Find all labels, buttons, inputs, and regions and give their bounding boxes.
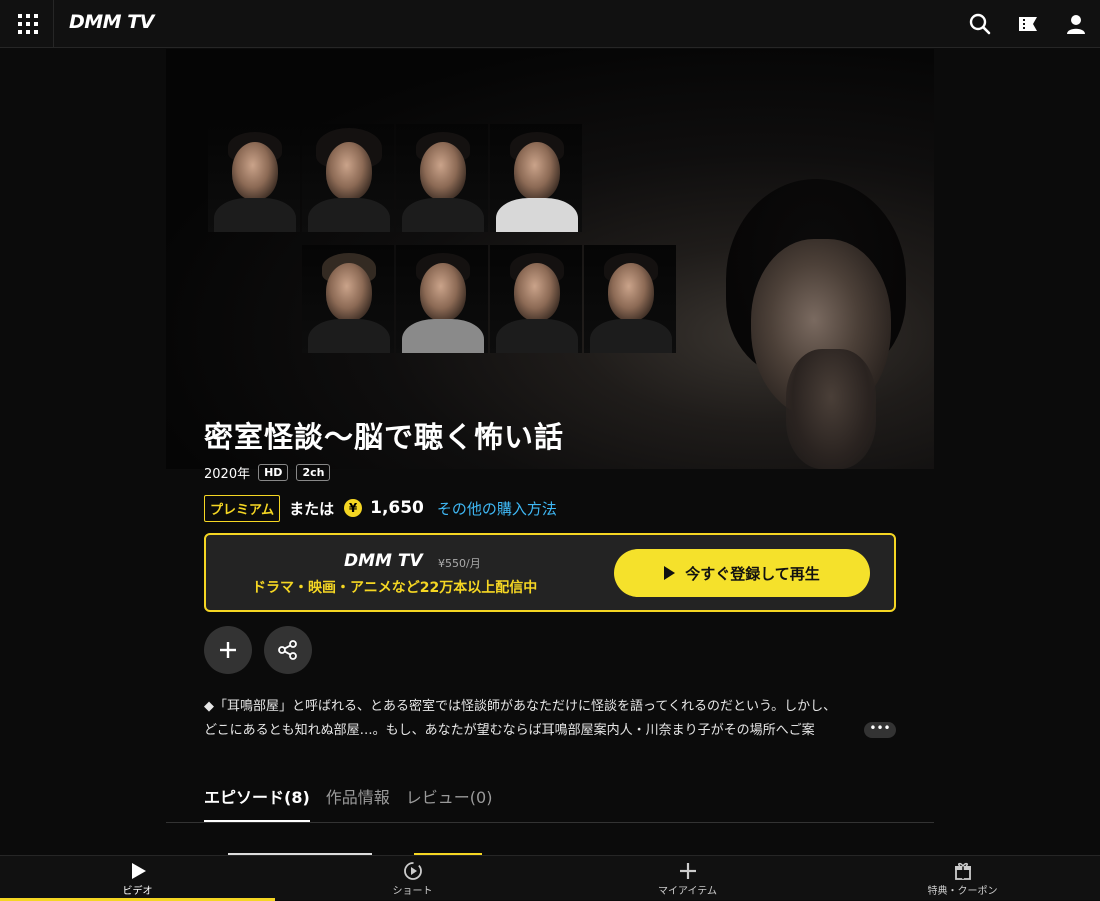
add-to-list-button[interactable]	[204, 626, 252, 674]
other-purchase-link[interactable]: その他の購入方法	[437, 498, 557, 519]
tab-reviews[interactable]: レビュー(0)	[406, 784, 493, 822]
synopsis-line: どこにあるとも知れぬ部屋…。もし、あなたが望むならば耳鳴部屋案内人・川奈まり子が…	[204, 723, 815, 738]
cast-photo	[396, 245, 488, 353]
nav-coupons[interactable]: 特典・クーポン	[825, 856, 1100, 901]
tabs-divider	[166, 822, 934, 823]
release-year: 2020年	[204, 466, 251, 482]
promo-logo: DMM TV	[344, 551, 423, 571]
user-icon[interactable]	[1064, 12, 1088, 36]
storyteller-photo	[706, 169, 926, 469]
hd-badge: HD	[258, 463, 289, 481]
nav-video[interactable]: ビデオ	[0, 856, 275, 901]
cast-photo	[490, 124, 582, 232]
cast-photo	[490, 245, 582, 353]
ticket-icon[interactable]	[1016, 12, 1040, 36]
tab-episodes[interactable]: エピソード(8)	[204, 784, 310, 822]
short-play-icon	[403, 862, 422, 880]
cast-photo	[208, 124, 300, 232]
hero-key-visual	[166, 49, 934, 469]
tab-work-info[interactable]: 作品情報	[326, 784, 390, 822]
search-icon[interactable]	[968, 12, 992, 36]
synopsis: ◆「耳鳴部屋」と呼ばれる、とある密室では怪談師があなただけに怪談を語ってくれるの…	[204, 695, 896, 743]
add-icon	[220, 642, 236, 658]
title-meta: 2020年 HD 2ch	[204, 461, 331, 483]
price-row: プレミアム または ¥ 1,650 その他の購入方法	[204, 494, 557, 522]
nav-label: ショート	[392, 886, 433, 897]
nav-short[interactable]: ショート	[275, 856, 550, 901]
subscribe-and-play-button[interactable]: 今すぐ登録して再生	[614, 549, 870, 597]
audio-badge: 2ch	[296, 463, 331, 481]
share-button[interactable]	[264, 626, 312, 674]
nav-label: マイアイテム	[658, 886, 717, 897]
cast-photo	[584, 245, 676, 353]
subscription-promo: DMM TV ¥550/月 ドラマ・映画・アニメなど22万本以上配信中 今すぐ登…	[204, 533, 896, 612]
page-title: 密室怪談〜脳で聴く怖い話	[204, 420, 565, 454]
nav-label: 特典・クーポン	[927, 886, 998, 897]
cast-photo	[302, 245, 394, 353]
header-divider	[53, 0, 54, 48]
expand-synopsis-button[interactable]: •••	[864, 722, 896, 738]
share-icon	[278, 640, 297, 660]
plus-icon	[679, 863, 696, 879]
promo-price: ¥550/月	[438, 557, 481, 570]
nav-label: ビデオ	[122, 886, 153, 897]
premium-badge: プレミアム	[204, 494, 281, 522]
play-icon	[664, 566, 676, 580]
yen-coin-icon: ¥	[344, 499, 363, 517]
cta-label: 今すぐ登録して再生	[685, 564, 820, 583]
purchase-price: 1,650	[370, 498, 424, 518]
grid-menu-icon[interactable]	[18, 14, 38, 34]
nav-my-items[interactable]: マイアイテム	[550, 856, 825, 901]
dmm-tv-logo[interactable]: DMM TV	[69, 11, 154, 33]
synopsis-line: ◆「耳鳴部屋」と呼ばれる、とある密室では怪談師があなただけに怪談を語ってくれるの…	[204, 699, 837, 714]
top-header: DMM TV	[0, 0, 1100, 48]
bottom-nav: ビデオ ショート マイアイテム 特典・クーポン	[0, 855, 1100, 901]
cast-photo	[396, 124, 488, 232]
gift-icon	[954, 862, 971, 880]
or-label: または	[289, 499, 335, 518]
content-tabs: エピソード(8) 作品情報 レビュー(0)	[204, 784, 492, 822]
play-icon	[131, 863, 146, 879]
promo-text: ドラマ・映画・アニメなど22万本以上配信中	[252, 580, 538, 596]
cast-photo	[302, 124, 394, 232]
